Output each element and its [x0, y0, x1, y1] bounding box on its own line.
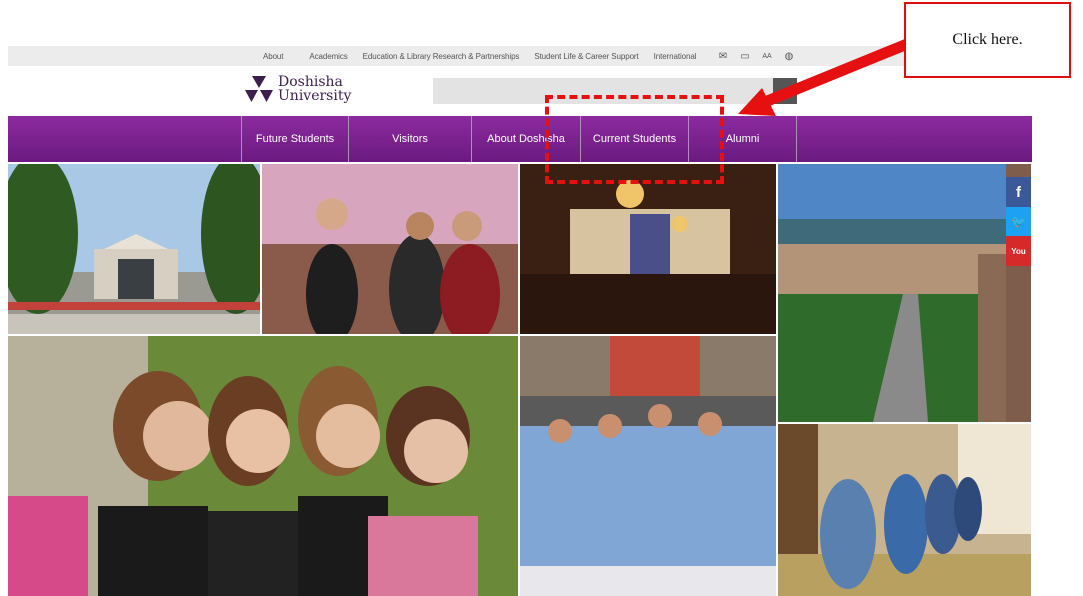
- logo-text: Doshisha University: [278, 75, 351, 103]
- top-link-academics[interactable]: Academics: [309, 52, 347, 61]
- photo-smiling-students[interactable]: [8, 336, 518, 596]
- photo-meditation-room[interactable]: [778, 424, 1031, 596]
- photo-chapel-interior[interactable]: [520, 164, 776, 334]
- top-link-education-library[interactable]: Education & Library Research & Partnersh…: [363, 52, 520, 61]
- callout-text: Click here.: [952, 31, 1023, 48]
- nav-visitors[interactable]: Visitors: [348, 116, 471, 162]
- logo-mark-icon: [245, 76, 273, 102]
- top-link-international[interactable]: International: [654, 52, 697, 61]
- callout-box: Click here.: [904, 2, 1071, 78]
- logo-line-1: Doshisha: [278, 74, 343, 90]
- photo-campus-aerial[interactable]: [778, 164, 1006, 422]
- youtube-icon[interactable]: You: [1006, 236, 1031, 266]
- mail-icon[interactable]: ✉: [716, 49, 730, 63]
- facebook-icon[interactable]: f: [1006, 177, 1031, 207]
- top-nav: About Academics Education & Library Rese…: [253, 46, 711, 66]
- highlight-dashed-box: [545, 95, 724, 184]
- search-button[interactable]: [773, 78, 797, 104]
- top-link-about[interactable]: About: [263, 52, 284, 61]
- logo-line-2: University: [278, 88, 352, 104]
- top-utility-bar: About Academics Education & Library Rese…: [8, 46, 1032, 66]
- university-logo[interactable]: Doshisha University: [244, 74, 351, 104]
- photo-students-blossoms[interactable]: [262, 164, 518, 334]
- font-size-icon[interactable]: AA: [760, 49, 774, 63]
- top-link-student-life[interactable]: Student Life & Career Support: [534, 52, 638, 61]
- nav-future-students[interactable]: Future Students: [241, 116, 348, 162]
- nav-divider: [796, 116, 797, 162]
- photo-campus-building[interactable]: [8, 164, 260, 334]
- main-nav: Future Students Visitors About Doshisha …: [8, 116, 1032, 162]
- twitter-icon[interactable]: 🐦: [1006, 207, 1031, 237]
- globe-icon[interactable]: ◍: [782, 49, 796, 63]
- bookmark-icon[interactable]: ▭: [738, 49, 752, 63]
- photo-festival-group[interactable]: [520, 336, 776, 596]
